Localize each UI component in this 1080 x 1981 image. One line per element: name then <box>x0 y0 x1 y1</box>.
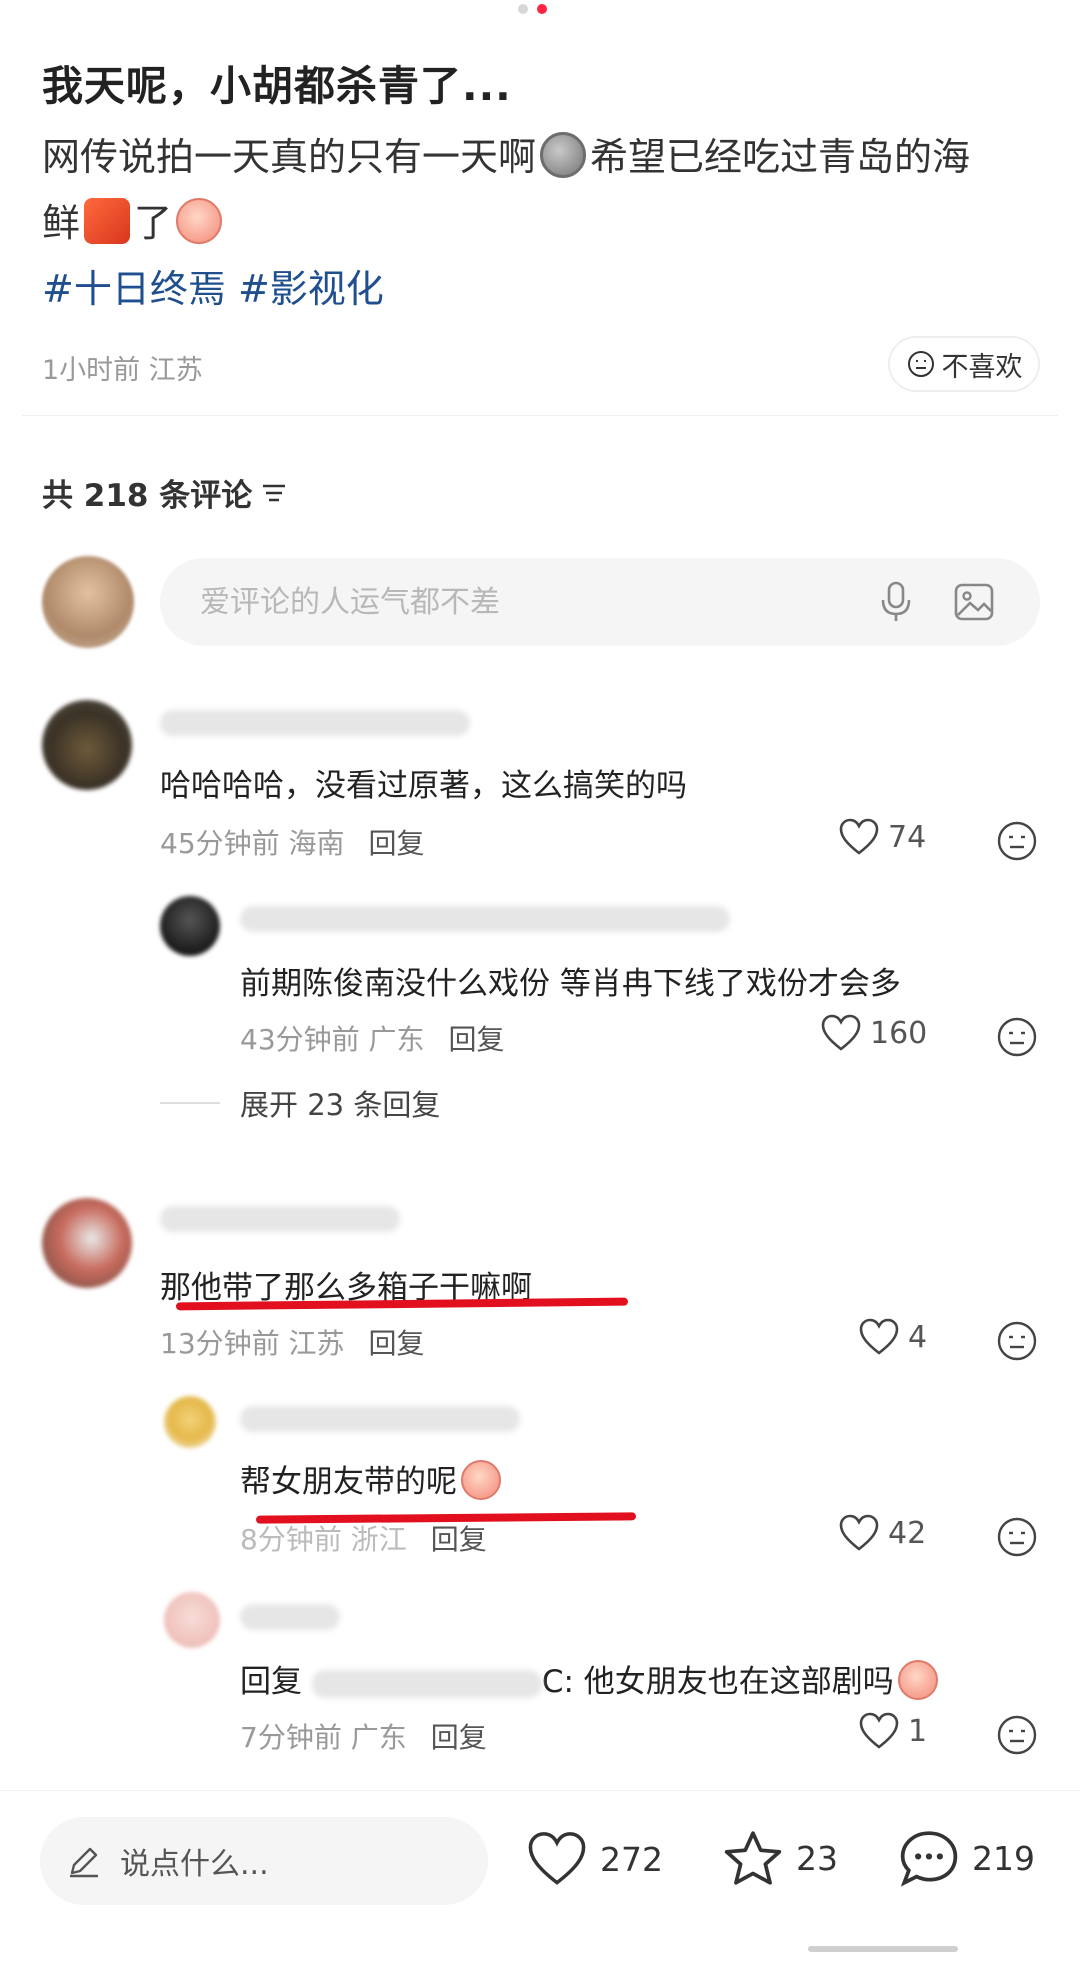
reply-button[interactable]: 回复 <box>449 1023 505 1056</box>
star-icon <box>724 1831 782 1885</box>
comment-text-content: C: 他女朋友也在这部剧吗 <box>541 1664 894 1700</box>
post-meta: 1小时前 江苏 <box>42 355 203 386</box>
avatar[interactable] <box>164 1396 216 1448</box>
heart-icon <box>528 1832 586 1885</box>
reply-button[interactable]: 回复 <box>369 827 425 860</box>
say-placeholder: 说点什么... <box>120 1847 269 1882</box>
page-dot <box>518 4 528 14</box>
meh-face-icon <box>907 351 934 377</box>
post-star-count: 23 <box>796 1838 838 1878</box>
post-body-text-3: 鲜 <box>42 201 81 245</box>
comment-time: 7分钟前 广东 <box>240 1721 407 1754</box>
like-button[interactable]: 1 <box>858 1712 927 1750</box>
dislike-button[interactable]: 不喜欢 <box>888 336 1040 392</box>
like-button[interactable]: 4 <box>858 1318 927 1356</box>
comment-text: 前期陈俊南没什么戏份 等肖冉下线了戏份才会多 <box>240 966 901 1002</box>
username-blurred[interactable] <box>160 710 470 736</box>
comment-count[interactable]: 共 218 条评论 <box>42 470 288 515</box>
like-count: 1 <box>908 1713 928 1749</box>
post-body-text-2: 希望已经吃过青岛的海 <box>590 135 971 179</box>
seal-emoji-icon <box>540 132 587 178</box>
comment-text: 回复 C: 他女朋友也在这部剧吗 <box>240 1656 942 1701</box>
page-indicator <box>518 4 547 14</box>
comment-meta: 45分钟前 海南 回复 <box>160 822 425 862</box>
image-icon[interactable] <box>948 576 1000 628</box>
username-blurred[interactable] <box>160 1206 400 1232</box>
post-comment-count: 219 <box>972 1838 1035 1878</box>
dislike-face-icon[interactable] <box>996 820 1038 862</box>
avatar[interactable] <box>42 1198 132 1288</box>
home-indicator <box>808 1946 958 1952</box>
post-like-count: 272 <box>600 1839 663 1879</box>
dislike-face-icon[interactable] <box>996 1320 1038 1362</box>
username-blurred[interactable] <box>240 1604 340 1630</box>
chat-bubble-icon <box>900 1831 958 1887</box>
comment-time: 13分钟前 江苏 <box>160 1327 345 1360</box>
crying-emoji-icon <box>897 1660 938 1700</box>
dislike-face-icon[interactable] <box>996 1714 1038 1756</box>
reply-button[interactable]: 回复 <box>369 1327 425 1360</box>
post-body-text-1: 网传说拍一天真的只有一天啊 <box>42 135 537 179</box>
crying-emoji-icon <box>176 198 223 244</box>
avatar[interactable] <box>42 700 132 790</box>
post-comment-button[interactable]: 219 <box>898 1828 1035 1888</box>
hashtag-link[interactable]: #十日终焉 <box>42 267 226 311</box>
reply-button[interactable]: 回复 <box>431 1523 487 1556</box>
comment-meta: 8分钟前 浙江 回复 <box>240 1518 487 1558</box>
comment-text: 哈哈哈哈，没看过原著，这么搞笑的吗 <box>160 768 687 804</box>
comment-meta: 7分钟前 广东 回复 <box>240 1716 487 1756</box>
pencil-icon <box>70 1847 98 1878</box>
comment-text: 帮女朋友带的呢 <box>240 1456 505 1501</box>
hashtag-link[interactable]: #影视化 <box>238 267 384 311</box>
username-blurred[interactable] <box>240 1406 520 1432</box>
comment-count-label: 共 218 条评论 <box>42 478 253 514</box>
comment-input[interactable] <box>200 584 844 620</box>
comment-input-box[interactable] <box>160 558 1040 646</box>
reply-prefix: 回复 <box>240 1664 312 1700</box>
comment-meta: 13分钟前 江苏 回复 <box>160 1322 425 1362</box>
comment-time: 8分钟前 浙江 <box>240 1523 407 1556</box>
mention-blurred[interactable] <box>311 1669 542 1698</box>
expand-replies-label: 展开 23 条回复 <box>240 1088 441 1122</box>
avatar[interactable] <box>164 1592 220 1648</box>
heart-icon <box>839 818 879 855</box>
like-count: 42 <box>888 1515 927 1551</box>
dislike-face-icon[interactable] <box>996 1516 1038 1558</box>
like-count: 74 <box>888 819 927 855</box>
divider <box>22 415 1058 416</box>
dislike-face-icon[interactable] <box>996 1016 1038 1058</box>
say-something-input[interactable]: 说点什么... <box>40 1817 488 1905</box>
reply-button[interactable]: 回复 <box>431 1721 487 1754</box>
lobster-emoji-icon <box>84 198 131 244</box>
dislike-label: 不喜欢 <box>941 351 1023 383</box>
post-title: 我天呢，小胡都杀青了... <box>42 62 512 110</box>
like-button[interactable]: 160 <box>820 1014 927 1052</box>
my-avatar <box>42 556 134 648</box>
post-star-button[interactable]: 23 <box>722 1828 838 1888</box>
comment-text-content: 帮女朋友带的呢 <box>240 1464 457 1500</box>
post-body-text-4: 了 <box>134 201 173 245</box>
username-blurred[interactable] <box>240 906 730 932</box>
like-count: 160 <box>870 1015 928 1051</box>
comment-time: 45分钟前 海南 <box>160 827 345 860</box>
expand-line <box>160 1102 220 1104</box>
microphone-icon[interactable] <box>870 576 922 628</box>
heart-icon <box>859 1712 899 1749</box>
page-dot-active <box>537 4 547 14</box>
peach-emoji-icon <box>461 1460 501 1500</box>
avatar[interactable] <box>160 896 220 956</box>
like-button[interactable]: 42 <box>838 1514 926 1552</box>
comment-time: 43分钟前 广东 <box>240 1023 425 1056</box>
heart-icon <box>839 1514 879 1551</box>
post-body: 网传说拍一天真的只有一天啊 希望已经吃过青岛的海 鲜 了 #十日终焉 #影视化 <box>42 124 1042 322</box>
heart-icon <box>821 1014 861 1051</box>
heart-icon <box>859 1318 899 1355</box>
like-count: 4 <box>908 1319 928 1355</box>
post-like-button[interactable]: 272 <box>526 1830 663 1888</box>
filter-icon <box>263 484 286 501</box>
comment-meta: 43分钟前 广东 回复 <box>240 1018 505 1058</box>
expand-replies-button[interactable]: 展开 23 条回复 <box>160 1082 440 1124</box>
like-button[interactable]: 74 <box>838 818 926 856</box>
